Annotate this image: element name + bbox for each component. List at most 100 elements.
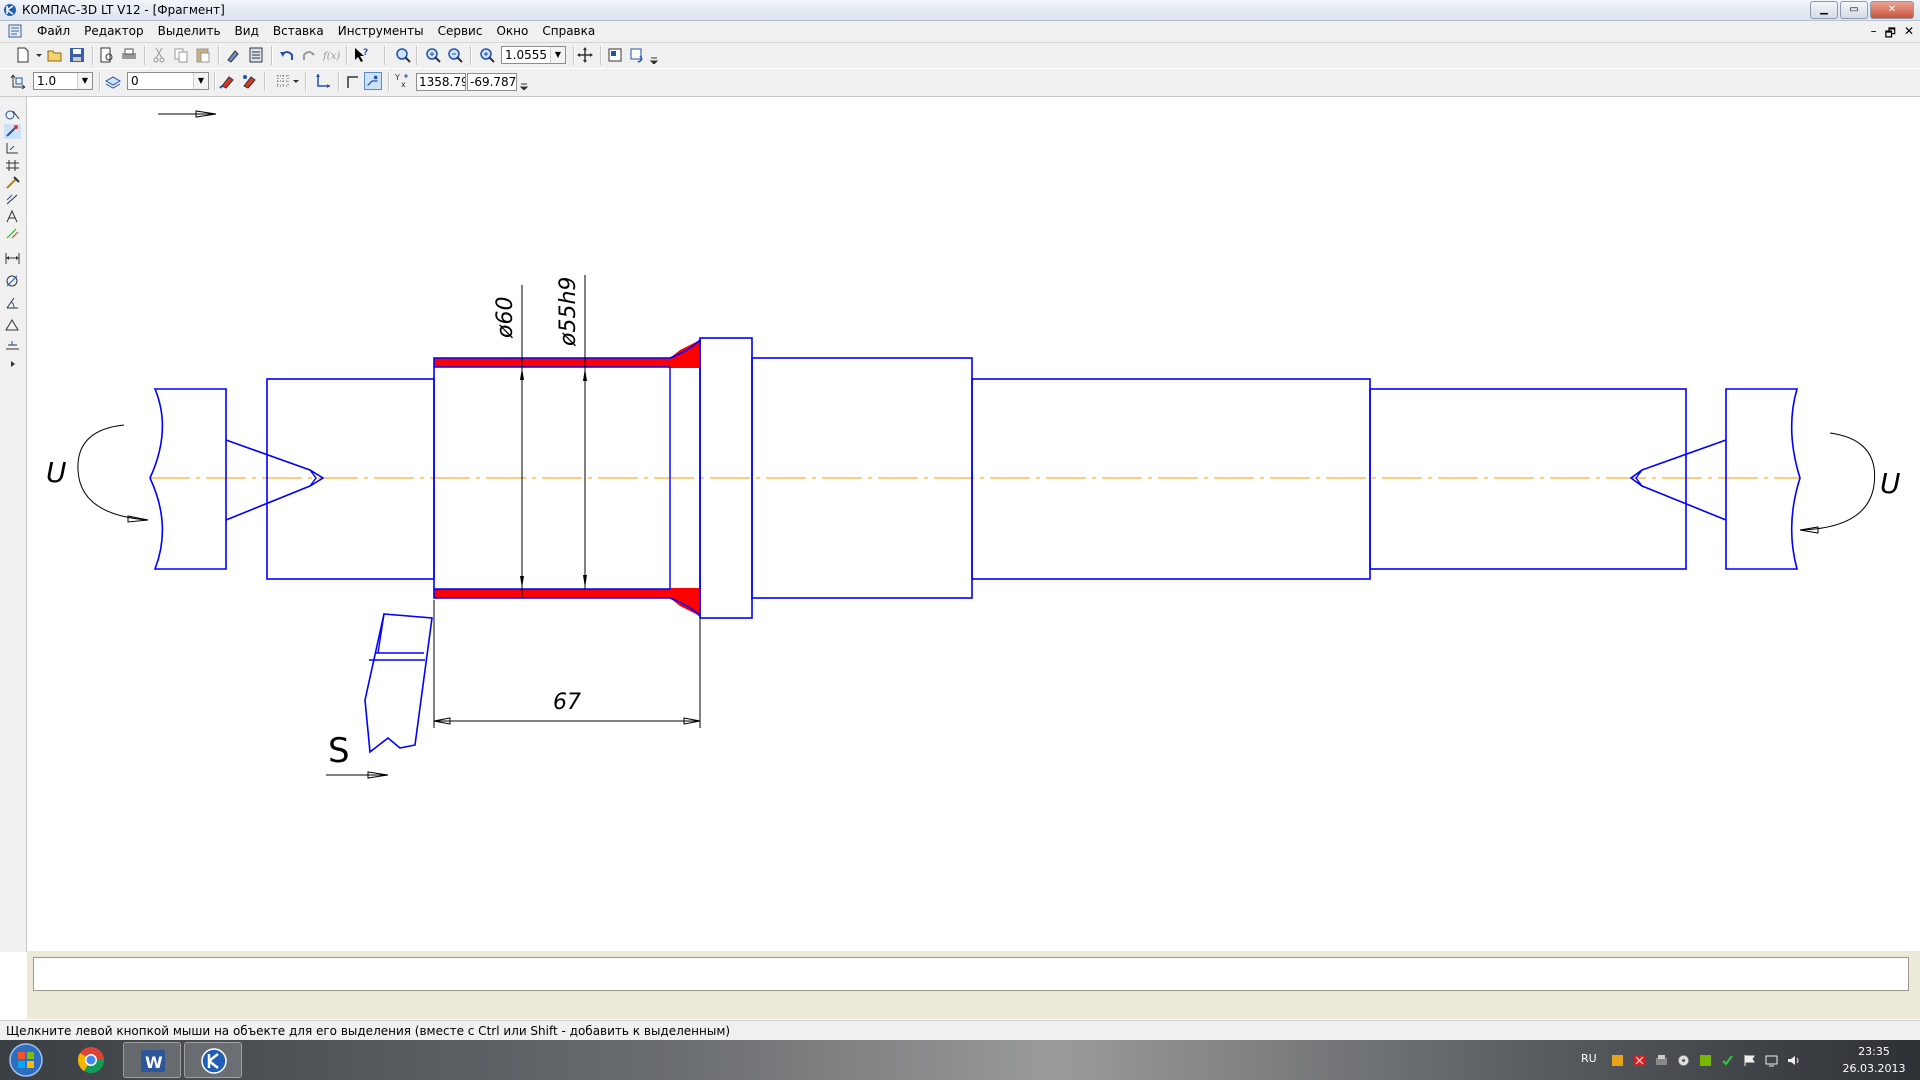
- angular-dimension-icon[interactable]: [4, 295, 21, 310]
- ortho-mode-icon[interactable]: [344, 72, 362, 90]
- zoom-window-icon[interactable]: [394, 46, 412, 64]
- shaft-section-1: [266, 378, 435, 580]
- chrome-app[interactable]: [62, 1042, 120, 1078]
- kompas-icon: [201, 1048, 227, 1074]
- minimize-button[interactable]: ▁: [1810, 1, 1838, 19]
- help-cursor-icon[interactable]: ?: [352, 46, 370, 64]
- print-icon[interactable]: [120, 46, 138, 64]
- taskbar: W RU 23:35 26.03.2013: [0, 1040, 1920, 1080]
- print-preview-icon[interactable]: [98, 46, 116, 64]
- layer-icon[interactable]: [104, 72, 122, 90]
- rotation-arrow-right: [1799, 432, 1876, 534]
- layer-combo[interactable]: 0 ▼: [127, 72, 209, 90]
- menu-editor[interactable]: Редактор: [77, 24, 150, 38]
- tolerance-icon[interactable]: [4, 226, 21, 241]
- tray-disk-icon[interactable]: [1677, 1054, 1690, 1067]
- pan-icon[interactable]: [576, 46, 594, 64]
- roughness-icon[interactable]: [4, 317, 21, 332]
- edit-icon[interactable]: [4, 124, 21, 139]
- language-indicator[interactable]: RU: [1581, 1052, 1597, 1065]
- tray-network-icon[interactable]: [1655, 1054, 1668, 1067]
- tray-monitor-icon[interactable]: [1765, 1054, 1778, 1067]
- tray-update-icon[interactable]: [1721, 1054, 1734, 1067]
- start-button[interactable]: [6, 1042, 46, 1078]
- document-icon[interactable]: [8, 24, 22, 38]
- undo-icon[interactable]: [278, 46, 296, 64]
- parametric-icon[interactable]: [4, 158, 21, 173]
- mdi-close-button[interactable]: ✕: [1904, 24, 1914, 45]
- redo-icon[interactable]: [300, 46, 318, 64]
- clock-date[interactable]: 26.03.2013: [1834, 1062, 1914, 1075]
- compact-toolbar: [0, 97, 27, 952]
- zoom-combo[interactable]: 1.0555 ▼: [501, 46, 566, 64]
- snap-magnet-icon[interactable]: [218, 72, 236, 90]
- menu-window[interactable]: Окно: [489, 24, 535, 38]
- tray-volume-icon[interactable]: [1787, 1054, 1800, 1067]
- local-snap-icon[interactable]: [240, 72, 258, 90]
- designations-icon[interactable]: [4, 209, 21, 224]
- linear-dimension-icon[interactable]: [4, 251, 21, 266]
- chevron-down-icon[interactable]: ▼: [550, 47, 565, 63]
- expand-icon[interactable]: [4, 359, 21, 369]
- toolbar-overflow-icon[interactable]: [520, 72, 528, 90]
- mdi-restore-button[interactable]: 🗗: [1885, 24, 1896, 45]
- toolbar-overflow-icon[interactable]: [650, 46, 658, 64]
- base-icon[interactable]: [4, 339, 21, 354]
- properties-icon[interactable]: [225, 46, 243, 64]
- function-icon[interactable]: f(x): [322, 46, 340, 64]
- property-panel-field[interactable]: [33, 957, 1909, 991]
- menu-service[interactable]: Сервис: [431, 24, 490, 38]
- left-center-cone: [225, 439, 325, 521]
- scale-icon[interactable]: [10, 72, 28, 90]
- tray-flag-icon[interactable]: [1743, 1054, 1756, 1067]
- coord-y-field[interactable]: -69.787: [467, 73, 517, 91]
- save-icon[interactable]: [68, 46, 86, 64]
- tray-app-icon[interactable]: [1611, 1054, 1624, 1067]
- tray-shield-icon[interactable]: [1633, 1054, 1646, 1067]
- menu-select[interactable]: Выделить: [151, 24, 228, 38]
- copy-icon[interactable]: [172, 46, 190, 64]
- clock-time[interactable]: 23:35: [1834, 1045, 1914, 1058]
- word-app[interactable]: W: [123, 1042, 181, 1078]
- geometry-icon[interactable]: [4, 107, 21, 122]
- new-dropdown-icon[interactable]: [34, 46, 44, 64]
- mdi-minimize-button[interactable]: –: [1871, 24, 1877, 45]
- chevron-down-icon[interactable]: ▼: [77, 73, 92, 89]
- status-bar: Щелкните левой кнопкой мыши на объекте д…: [0, 1020, 1920, 1041]
- diameter-dimension-icon[interactable]: [4, 273, 21, 288]
- cut-icon[interactable]: [150, 46, 168, 64]
- menu-insert[interactable]: Вставка: [266, 24, 331, 38]
- chevron-down-icon[interactable]: ▼: [193, 73, 208, 89]
- dimensions-icon[interactable]: [4, 192, 21, 207]
- coord-x-field[interactable]: 1358.79: [416, 73, 466, 91]
- scale-combo[interactable]: 1.0 ▼: [33, 72, 93, 90]
- zoom-in-icon[interactable]: [424, 46, 442, 64]
- new-document-icon[interactable]: [14, 46, 32, 64]
- calculator-icon[interactable]: [247, 46, 265, 64]
- zoom-out-icon[interactable]: [446, 46, 464, 64]
- tray-nvidia-icon[interactable]: [1699, 1054, 1712, 1067]
- paste-icon[interactable]: [194, 46, 212, 64]
- refresh-icon[interactable]: [606, 46, 624, 64]
- redraw-icon[interactable]: [628, 46, 646, 64]
- kompas-app[interactable]: [184, 1042, 242, 1078]
- measure-icon[interactable]: [4, 175, 21, 190]
- menu-file[interactable]: Файл: [30, 24, 77, 38]
- coord-x-value: 1358.79: [419, 75, 466, 89]
- open-icon[interactable]: [46, 46, 64, 64]
- selection-icon[interactable]: [4, 141, 21, 156]
- scale-value: 1.0: [37, 74, 57, 88]
- maximize-button[interactable]: ▭: [1840, 1, 1868, 19]
- close-button[interactable]: ✕: [1870, 1, 1914, 19]
- cutting-tool: [364, 613, 433, 754]
- menu-tools[interactable]: Инструменты: [331, 24, 431, 38]
- word-icon: W: [141, 1050, 165, 1072]
- local-cs-icon[interactable]: [314, 72, 332, 90]
- menu-view[interactable]: Вид: [228, 24, 266, 38]
- grid-icon[interactable]: [274, 72, 292, 90]
- zoom-scale-icon[interactable]: [478, 46, 496, 64]
- round-icon[interactable]: [364, 72, 382, 90]
- drawing-canvas[interactable]: ø60 ø55h9 67 U U S: [27, 98, 1920, 950]
- grid-dropdown-icon[interactable]: [292, 72, 300, 90]
- menu-help[interactable]: Справка: [535, 24, 602, 38]
